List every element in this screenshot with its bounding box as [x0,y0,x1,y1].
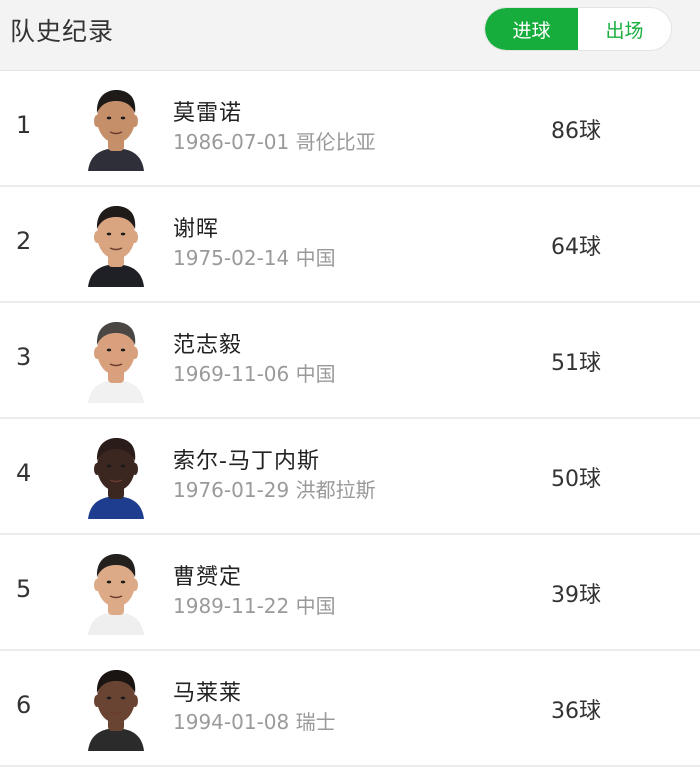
birth-date: 1969-11-06 [173,362,290,386]
page-title: 队史纪录 [10,17,115,46]
player-meta: 1976-01-29 洪都拉斯 [173,474,376,503]
tab-appearances[interactable]: 出场 [578,8,671,50]
goal-count: 36球 [551,699,601,724]
player-avatar [88,322,144,403]
player-country: 中国 [295,594,336,618]
goal-count: 86球 [551,119,601,144]
goal-count: 39球 [551,583,601,608]
rank-number: 3 [16,343,32,371]
player-avatar [88,438,144,519]
birth-date: 1986-07-01 [173,130,290,154]
list-item[interactable]: 1 莫雷诺 1986-07-01 哥伦比亚 86球 [0,71,700,187]
birth-date: 1975-02-14 [173,246,290,270]
player-country: 瑞士 [295,710,336,734]
player-country: 中国 [295,362,336,386]
player-avatar [88,554,144,635]
player-name: 索尔-马丁内斯 [173,449,320,474]
player-name: 谢晖 [173,217,220,242]
player-avatar [88,670,144,751]
list-item[interactable]: 6 马莱莱 1994-01-08 瑞士 36球 [0,651,700,767]
goal-count: 64球 [551,235,601,260]
player-meta: 1975-02-14 中国 [173,242,336,271]
birth-date: 1994-01-08 [173,710,290,734]
player-name: 莫雷诺 [173,101,243,126]
tab-goals[interactable]: 进球 [485,8,578,50]
player-name: 曹赟定 [173,565,243,590]
birth-date: 1989-11-22 [173,594,290,618]
rank-number: 6 [16,691,32,719]
list-item[interactable]: 2 谢晖 1975-02-14 中国 64球 [0,187,700,303]
player-meta: 1969-11-06 中国 [173,358,336,387]
player-avatar [88,206,144,287]
record-list: 1 莫雷诺 1986-07-01 哥伦比亚 86球 2 谢晖 1975-02-1… [0,71,700,767]
goal-count: 51球 [551,351,601,376]
list-item[interactable]: 5 曹赟定 1989-11-22 中国 39球 [0,535,700,651]
player-meta: 1994-01-08 瑞士 [173,706,336,735]
player-name: 范志毅 [173,333,243,358]
player-meta: 1989-11-22 中国 [173,590,336,619]
player-avatar [88,90,144,171]
stat-toggle: 进球 出场 [484,7,672,51]
rank-number: 5 [16,575,32,603]
player-country: 洪都拉斯 [295,478,376,502]
list-item[interactable]: 4 索尔-马丁内斯 1976-01-29 洪都拉斯 50球 [0,419,700,535]
rank-number: 2 [16,227,32,255]
page-header: 队史纪录 进球 出场 [0,0,700,71]
player-country: 哥伦比亚 [295,130,376,154]
rank-number: 1 [16,111,32,139]
player-meta: 1986-07-01 哥伦比亚 [173,126,376,155]
player-name: 马莱莱 [173,681,243,706]
list-item[interactable]: 3 范志毅 1969-11-06 中国 51球 [0,303,700,419]
birth-date: 1976-01-29 [173,478,290,502]
player-country: 中国 [295,246,336,270]
rank-number: 4 [16,459,32,487]
goal-count: 50球 [551,467,601,492]
